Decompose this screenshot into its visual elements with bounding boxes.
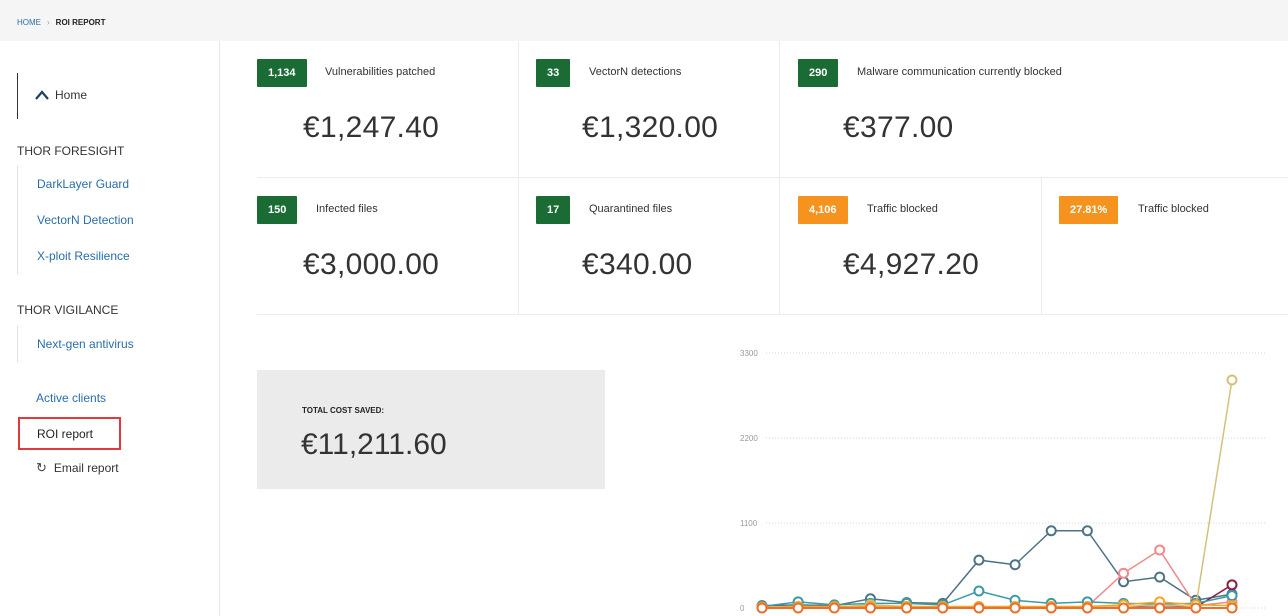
roi-line-chart: 3300 2200 1100 0 xyxy=(740,349,1266,614)
sidebar-item-vectorn-detection[interactable]: VectorN Detection xyxy=(18,202,134,238)
refresh-icon: ↻ xyxy=(36,460,47,475)
stat-label: Malware communication currently blocked xyxy=(857,66,1062,78)
data-point[interactable] xyxy=(864,602,876,614)
stat-badge: 27.81% xyxy=(1059,196,1119,224)
data-point[interactable] xyxy=(1154,544,1166,556)
sidebar-item-xploit-resilience[interactable]: X-ploit Resilience xyxy=(18,238,134,274)
data-point[interactable] xyxy=(756,602,768,614)
total-cost-value: €11,211.60 xyxy=(301,428,447,461)
data-point[interactable] xyxy=(1081,602,1093,614)
data-point[interactable] xyxy=(1118,602,1130,614)
data-point[interactable] xyxy=(1154,571,1166,583)
data-point[interactable] xyxy=(1226,590,1238,602)
breadcrumb-separator: › xyxy=(47,18,50,27)
stat-badge: 4,106 xyxy=(798,196,848,224)
breadcrumb: HOME › ROI REPORT xyxy=(0,0,1288,41)
sidebar-item-label: Email report xyxy=(53,461,119,475)
stat-vulnerabilities-patched: 1,134 Vulnerabilities patched €1,247.40 xyxy=(257,41,519,178)
sidebar-item-home[interactable]: Home xyxy=(17,73,207,119)
sidebar-item-email-report[interactable]: ↻ Email report xyxy=(36,460,119,476)
data-point[interactable] xyxy=(1045,525,1057,537)
stat-value: €4,927.20 xyxy=(843,248,980,281)
foresight-group: DarkLayer Guard VectorN Detection X-ploi… xyxy=(17,166,134,274)
data-point[interactable] xyxy=(1190,602,1202,614)
stat-value: €377.00 xyxy=(843,111,954,144)
stat-value: €1,247.40 xyxy=(303,111,440,144)
stat-label: Traffic blocked xyxy=(867,203,938,215)
stat-label: Vulnerabilities patched xyxy=(325,66,436,78)
data-point[interactable] xyxy=(901,602,913,614)
sidebar: Home THOR FORESIGHT DarkLayer Guard Vect… xyxy=(0,41,220,616)
data-point[interactable] xyxy=(973,554,985,566)
data-point[interactable] xyxy=(1226,374,1238,386)
data-point[interactable] xyxy=(1226,602,1238,614)
sidebar-item-label: ROI report xyxy=(37,427,94,441)
y-tick-label: 1100 xyxy=(740,519,758,528)
sidebar-item-label: Home xyxy=(55,88,88,102)
data-point[interactable] xyxy=(937,602,949,614)
stat-badge: 17 xyxy=(536,196,571,224)
data-point[interactable] xyxy=(973,585,985,597)
data-point[interactable] xyxy=(1226,579,1238,591)
section-title-vigilance: THOR VIGILANCE xyxy=(17,303,119,317)
y-tick-label: 3300 xyxy=(740,349,758,358)
stat-value: €1,320.00 xyxy=(582,111,719,144)
section-title-foresight: THOR FORESIGHT xyxy=(17,144,125,158)
stat-badge: 1,134 xyxy=(257,59,307,87)
stat-infected-files: 150 Infected files €3,000.00 xyxy=(257,178,519,315)
y-tick-label: 2200 xyxy=(740,434,758,443)
data-point[interactable] xyxy=(828,602,840,614)
stat-badge: 33 xyxy=(536,59,571,87)
breadcrumb-home[interactable]: HOME xyxy=(17,18,41,27)
sidebar-item-next-gen-antivirus[interactable]: Next-gen antivirus xyxy=(18,326,134,362)
stat-badge: 290 xyxy=(798,59,839,87)
stat-traffic-blocked-percent: 27.81% Traffic blocked xyxy=(1042,178,1288,315)
stat-badge: 150 xyxy=(257,196,298,224)
stat-label: Infected files xyxy=(316,203,378,215)
vigilance-group: Next-gen antivirus xyxy=(17,326,134,362)
home-icon xyxy=(35,89,49,103)
data-point[interactable] xyxy=(1118,567,1130,579)
data-point[interactable] xyxy=(792,602,804,614)
stat-vectorn-detections: 33 VectorN detections €1,320.00 xyxy=(519,41,780,178)
stat-label: Traffic blocked xyxy=(1138,203,1209,215)
stat-label: Quarantined files xyxy=(589,203,673,215)
stat-traffic-blocked: 4,106 Traffic blocked €4,927.20 xyxy=(780,178,1042,315)
data-point[interactable] xyxy=(1009,559,1021,571)
data-point[interactable] xyxy=(1154,602,1166,614)
y-tick-label: 0 xyxy=(740,604,745,613)
data-point[interactable] xyxy=(1081,525,1093,537)
sidebar-item-active-clients[interactable]: Active clients xyxy=(36,391,106,405)
stat-label: VectorN detections xyxy=(589,66,682,78)
stat-value: €3,000.00 xyxy=(303,248,440,281)
data-point[interactable] xyxy=(1009,602,1021,614)
sidebar-item-roi-report[interactable]: ROI report xyxy=(18,417,121,450)
data-point[interactable] xyxy=(1045,602,1057,614)
stat-malware-communication: 290 Malware communication currently bloc… xyxy=(780,41,1288,178)
stat-quarantined-files: 17 Quarantined files €340.00 xyxy=(519,178,780,315)
total-cost-box: TOTAL COST SAVED: €11,211.60 xyxy=(257,370,605,489)
data-point[interactable] xyxy=(973,602,985,614)
total-cost-label: TOTAL COST SAVED: xyxy=(302,406,385,415)
series-line xyxy=(761,529,1233,607)
stat-value: €340.00 xyxy=(582,248,693,281)
breadcrumb-current: ROI REPORT xyxy=(55,18,106,27)
sidebar-item-darklayer-guard[interactable]: DarkLayer Guard xyxy=(18,166,134,202)
